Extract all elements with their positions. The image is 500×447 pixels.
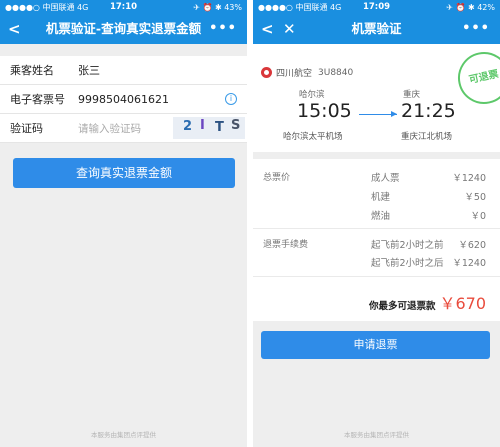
airline-name: 四川航空 xyxy=(276,69,313,79)
captcha-char: S xyxy=(231,118,241,133)
max-refund-label: 你最多可退票款 xyxy=(368,301,436,312)
arrival-city: 重庆 xyxy=(403,90,421,100)
passenger-name-row[interactable]: 乘客姓名 张三 xyxy=(0,56,247,85)
captcha-image[interactable]: 2 I T S xyxy=(173,117,245,139)
max-refund-value: ￥670 xyxy=(439,294,486,313)
footer-note: 本服务由集团点评提供 xyxy=(344,431,409,439)
captcha-label: 验证码 xyxy=(10,122,43,135)
more-menu-icon[interactable]: ••• xyxy=(462,14,490,44)
footer-note: 本服务由集团点评提供 xyxy=(91,431,156,439)
refund-fee-name: 起飞前2小时之后 xyxy=(371,258,444,269)
query-form: 乘客姓名 张三 电子客票号 9998504061621 i 验证码 请输入验证码… xyxy=(0,56,247,143)
refund-fee-value: ￥620 xyxy=(458,240,486,251)
fee-item-value: ￥0 xyxy=(470,211,486,222)
ticket-number-label: 电子客票号 xyxy=(10,93,65,106)
nav-bar: < ✕ 机票验证 ••• xyxy=(253,14,500,44)
captcha-row[interactable]: 验证码 请输入验证码 2 I T S xyxy=(0,114,247,143)
fee-item-value: ￥1240 xyxy=(452,173,486,184)
ticket-number-row[interactable]: 电子客票号 9998504061621 i xyxy=(0,85,247,114)
departure-airport: 哈尔滨太平机场 xyxy=(283,132,343,142)
screenshot-pair: ●●●●○ 中国联通 4G 17:10 ✈ ⏰ ✱ 43% < 机票验证-查询真… xyxy=(0,0,500,447)
fee-item-name: 燃油 xyxy=(371,211,391,222)
carrier-signal: ●●●●○ 中国联通 4G xyxy=(258,2,342,12)
flight-card: 四川航空 3U8840 可退票 哈尔滨 15:05 哈尔滨太平机场 重庆 21:… xyxy=(253,44,500,152)
arrival-airport: 重庆江北机场 xyxy=(401,132,453,142)
flight-arrow-icon xyxy=(359,111,397,117)
query-refund-button[interactable]: 查询真实退票金额 xyxy=(13,158,235,188)
departure-city: 哈尔滨 xyxy=(299,90,325,100)
max-refund: 你最多可退票款 ￥670 xyxy=(369,290,486,314)
nav-bar: < 机票验证-查询真实退票金额 ••• xyxy=(0,14,247,44)
status-time: 17:09 xyxy=(362,2,391,12)
divider xyxy=(253,228,500,229)
departure-time: 15:05 xyxy=(297,100,352,122)
battery-status: ✈ ⏰ ✱ 43% xyxy=(193,2,242,12)
refund-result-screen: ●●●●○ 中国联通 4G 17:09 ✈ ⏰ ✱ 42% < ✕ 机票验证 •… xyxy=(253,0,500,447)
status-bar: ●●●●○ 中国联通 4G 17:10 ✈ ⏰ ✱ 43% xyxy=(0,0,247,14)
captcha-input[interactable]: 请输入验证码 xyxy=(78,121,141,136)
battery-status: ✈ ⏰ ✱ 42% xyxy=(446,2,495,12)
refund-fee-value: ￥1240 xyxy=(452,258,486,269)
total-price-label: 总票价 xyxy=(263,173,291,183)
info-icon[interactable]: i xyxy=(225,93,237,105)
divider xyxy=(253,276,500,277)
passenger-name-label: 乘客姓名 xyxy=(10,64,54,77)
refundable-stamp: 可退票 xyxy=(453,47,500,109)
captcha-char: I xyxy=(200,118,205,133)
refund-fee-name: 起飞前2小时之前 xyxy=(371,240,444,251)
airline-info: 四川航空 3U8840 xyxy=(261,66,353,79)
ticket-query-screen: ●●●●○ 中国联通 4G 17:10 ✈ ⏰ ✱ 43% < 机票验证-查询真… xyxy=(0,0,247,447)
flight-number: 3U8840 xyxy=(318,67,354,78)
fee-item-name: 成人票 xyxy=(371,173,400,184)
apply-refund-button[interactable]: 申请退票 xyxy=(261,331,490,359)
status-bar: ●●●●○ 中国联通 4G 17:09 ✈ ⏰ ✱ 42% xyxy=(253,0,500,14)
ticket-number-field[interactable]: 9998504061621 xyxy=(78,93,169,106)
more-menu-icon[interactable]: ••• xyxy=(209,14,237,44)
carrier-signal: ●●●●○ 中国联通 4G xyxy=(5,2,89,12)
captcha-char: T xyxy=(215,120,224,135)
arrival-time: 21:25 xyxy=(401,100,456,122)
status-time: 17:10 xyxy=(109,2,138,12)
captcha-char: 2 xyxy=(183,119,193,134)
refund-fee-label: 退票手续费 xyxy=(263,240,309,250)
passenger-name-field[interactable]: 张三 xyxy=(78,62,100,78)
fee-item-value: ￥50 xyxy=(464,192,486,203)
airline-logo-icon xyxy=(261,67,272,78)
fee-item-name: 机建 xyxy=(371,192,391,203)
